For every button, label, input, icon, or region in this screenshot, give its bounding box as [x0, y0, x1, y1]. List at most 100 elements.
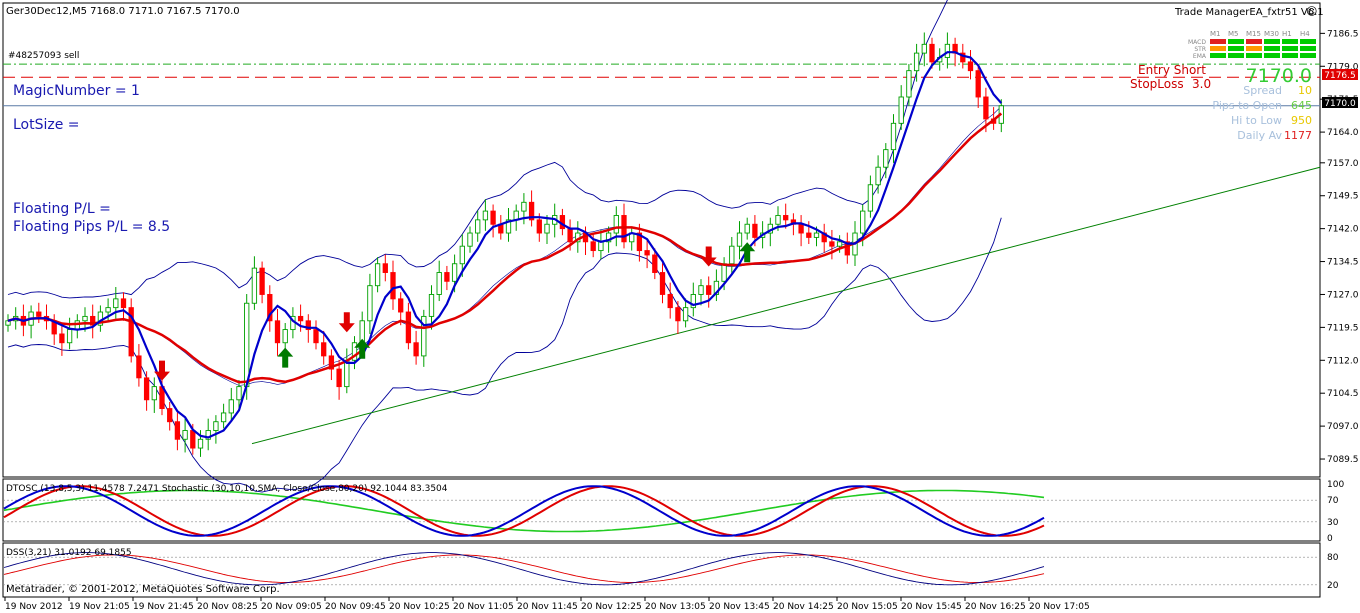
candle-body — [537, 220, 541, 233]
candle-body — [930, 44, 934, 62]
signal-cell — [1228, 53, 1244, 58]
y-axis: 7186.57179.07171.57164.07157.07149.57142… — [1320, 29, 1359, 465]
candle-body — [884, 150, 888, 168]
stoploss-value: 3.0 — [1192, 77, 1211, 91]
candle-body — [383, 264, 387, 273]
candle-body — [568, 229, 572, 242]
candle-body — [914, 53, 918, 71]
candle-body — [868, 185, 872, 211]
stat-label: Pips to Open — [1212, 99, 1282, 112]
x-tick-label: 20 Nov 13:45 — [709, 602, 770, 612]
y-tick-label: 7097.0 — [1327, 422, 1359, 432]
osc1-label: DTOSC (13,8,5,3) 11.4578 7.2471 Stochast… — [6, 484, 448, 494]
candle-body — [753, 224, 757, 237]
candle-body — [722, 264, 726, 282]
candle-body — [260, 268, 264, 294]
current-price-label: 7170.0 — [1324, 99, 1356, 109]
candle-body — [429, 294, 433, 316]
candle-body — [406, 312, 410, 343]
candle-body — [807, 233, 811, 237]
candle-body — [876, 167, 880, 185]
signal-cell — [1264, 46, 1280, 51]
osc1-tick-label: 30 — [1327, 518, 1339, 528]
candle-body — [614, 215, 618, 233]
order-label: #48257093 sell — [8, 51, 79, 61]
entry-price-label: 7176.5 — [1324, 71, 1356, 81]
signal-cell — [1282, 46, 1298, 51]
signal-cell — [1210, 39, 1226, 44]
candle-body — [252, 268, 256, 303]
candle-body — [491, 211, 495, 224]
candle-body — [837, 242, 841, 246]
stat-value: 10 — [1298, 84, 1312, 97]
floating-pips: Floating Pips P/L = 8.5 — [13, 219, 170, 235]
candle-body — [676, 308, 680, 321]
candle-body — [221, 413, 225, 422]
x-tick-label: 20 Nov 11:45 — [517, 602, 578, 612]
candle-body — [245, 303, 249, 386]
x-tick-label: 20 Nov 08:25 — [197, 602, 258, 612]
candle-body — [653, 255, 657, 273]
candle-body — [907, 71, 911, 97]
stat-label: Hi to Low — [1231, 114, 1282, 127]
y-tick-label: 7119.5 — [1327, 323, 1359, 333]
candle-body — [668, 294, 672, 307]
osc1-tick-label: 0 — [1327, 534, 1333, 544]
candle-body — [545, 224, 549, 233]
y-tick-label: 7149.5 — [1327, 192, 1359, 202]
candle-body — [298, 316, 302, 320]
main-plot-frame[interactable] — [3, 3, 1320, 477]
candle-body — [468, 233, 472, 246]
candle-body — [60, 334, 64, 343]
timeframe-label: M1 — [1210, 30, 1221, 38]
signal-cell — [1228, 39, 1244, 44]
signal-cell — [1246, 46, 1262, 51]
candle-body — [784, 215, 788, 219]
stat-label: Daily Av — [1237, 129, 1282, 142]
candle-body — [591, 242, 595, 251]
chart-window[interactable]: 7186.57179.07171.57164.07157.07149.57142… — [0, 0, 1360, 613]
candle-body — [414, 343, 418, 356]
candle-body — [37, 312, 41, 316]
signal-cell — [1264, 53, 1280, 58]
candle-body — [776, 215, 780, 224]
candle-body — [599, 242, 603, 251]
candle-body — [106, 308, 110, 312]
lot-size: LotSize = — [13, 117, 80, 133]
candle-body — [375, 264, 379, 286]
x-tick-label: 19 Nov 21:05 — [69, 602, 130, 612]
candle-body — [391, 273, 395, 299]
smiley-icon: ☺ — [1306, 5, 1317, 18]
candle-body — [984, 97, 988, 119]
timeframe-label: H1 — [1282, 30, 1292, 38]
candle-body — [67, 330, 71, 343]
y-tick-label: 7142.0 — [1327, 225, 1359, 235]
y-tick-label: 7104.5 — [1327, 389, 1359, 399]
candle-body — [121, 299, 125, 308]
x-tick-label: 20 Nov 17:05 — [1029, 602, 1090, 612]
magic-number: MagicNumber = 1 — [13, 83, 140, 99]
x-tick-label: 20 Nov 09:45 — [325, 602, 386, 612]
candle-body — [699, 286, 703, 295]
candle-body — [476, 220, 480, 233]
timeframe-label: M15 — [1246, 30, 1261, 38]
candle-body — [275, 321, 279, 343]
candle-body — [683, 308, 687, 321]
y-tick-label: 7112.0 — [1327, 356, 1359, 366]
candle-body — [229, 400, 233, 413]
stat-label: Spread — [1243, 84, 1282, 97]
signal-cell — [1246, 39, 1262, 44]
signal-cell — [1210, 46, 1226, 51]
candle-body — [368, 286, 372, 321]
indicator-label: STR — [1194, 46, 1206, 53]
candle-body — [337, 369, 341, 387]
candle-body — [522, 202, 526, 211]
candle-body — [968, 62, 972, 71]
candle-body — [945, 44, 949, 57]
candle-body — [137, 356, 141, 378]
indicator-label: MACD — [1188, 39, 1206, 46]
x-tick-label: 20 Nov 15:05 — [837, 602, 898, 612]
osc2-label: DSS(3,21) 31.0192 69.1855 — [6, 548, 132, 558]
candle-body — [237, 387, 241, 400]
signal-cell — [1264, 39, 1280, 44]
